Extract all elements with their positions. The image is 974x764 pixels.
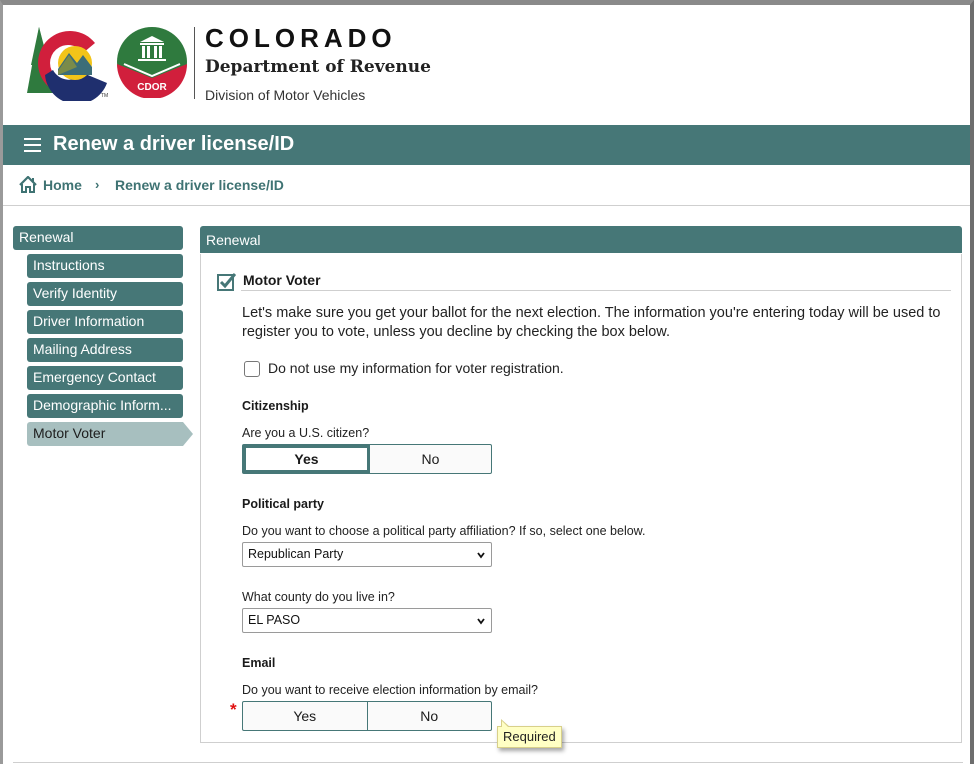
breadcrumb-current[interactable]: Renew a driver license/ID [115, 177, 284, 193]
county-select[interactable]: EL PASO [242, 608, 492, 633]
sidebar-item-mailing-address[interactable]: Mailing Address [27, 338, 183, 362]
sidebar-item-driver-information[interactable]: Driver Information [27, 310, 183, 334]
email-toggle: Yes No [242, 701, 492, 731]
sidebar-item-motor-voter[interactable]: Motor Voter [27, 422, 193, 446]
optout-checkbox[interactable] [244, 361, 260, 377]
citizenship-toggle: Yes No [242, 444, 492, 474]
chevron-down-icon [477, 552, 485, 559]
citizenship-question: Are you a U.S. citizen? [242, 426, 370, 440]
sidebar-item-demographic-information[interactable]: Demographic Inform... [27, 394, 183, 418]
motor-voter-panel: Motor Voter Let's make sure you get your… [200, 254, 962, 743]
sidebar-heading-renewal[interactable]: Renewal [13, 226, 183, 250]
home-icon[interactable] [19, 176, 37, 193]
political-party-selected-value: Republican Party [248, 547, 344, 561]
chevron-down-icon [477, 618, 485, 625]
citizenship-yes-button[interactable]: Yes [243, 445, 370, 473]
cdor-logo-icon: CDOR [117, 27, 187, 98]
optout-label[interactable]: Do not use my information for voter regi… [268, 360, 564, 376]
political-party-question: Do you want to choose a political party … [242, 524, 646, 538]
required-tooltip: Required [497, 719, 562, 748]
page-title: Renew a driver license/ID [53, 133, 295, 155]
site-header: TM CDOR COLORADO Department of Revenue D… [3, 5, 970, 125]
county-question: What county do you live in? [242, 590, 395, 604]
sidebar-nav: Renewal Instructions Verify Identity Dri… [13, 226, 193, 446]
breadcrumb-home-link[interactable]: Home [43, 177, 82, 193]
sidebar-item-instructions[interactable]: Instructions [27, 254, 183, 278]
svg-text:TM: TM [101, 93, 108, 99]
brand-division: Division of Motor Vehicles [205, 87, 366, 103]
email-question: Do you want to receive election informat… [242, 683, 538, 697]
svg-text:CDOR: CDOR [137, 82, 167, 93]
hamburger-menu-icon[interactable] [24, 138, 41, 152]
panel-heading: Renewal [200, 226, 962, 253]
brand-department: Department of Revenue [205, 57, 431, 77]
political-party-heading: Political party [242, 497, 324, 511]
breadcrumb: Home › Renew a driver license/ID [3, 165, 970, 206]
logo-divider [194, 27, 195, 99]
email-heading: Email [242, 656, 276, 670]
citizenship-no-button[interactable]: No [370, 445, 491, 473]
email-no-button[interactable]: No [366, 702, 492, 730]
email-yes-button[interactable]: Yes [243, 702, 367, 730]
sidebar-item-emergency-contact[interactable]: Emergency Contact [27, 366, 183, 390]
title-bar: Renew a driver license/ID [3, 125, 970, 165]
page-divider [13, 762, 963, 763]
section-title: Motor Voter [243, 272, 321, 288]
required-indicator: * [230, 700, 237, 719]
citizenship-heading: Citizenship [242, 399, 309, 413]
section-complete-checkbox-icon [217, 273, 236, 291]
brand-state-name: COLORADO [205, 23, 397, 53]
county-selected-value: EL PASO [248, 613, 301, 627]
intro-text: Let's make sure you get your ballot for … [242, 305, 941, 340]
political-party-select[interactable]: Republican Party [242, 542, 492, 567]
breadcrumb-separator-icon: › [95, 177, 100, 192]
section-divider [241, 290, 951, 291]
sidebar-item-verify-identity[interactable]: Verify Identity [27, 282, 183, 306]
colorado-logo-icon: TM [27, 27, 108, 101]
